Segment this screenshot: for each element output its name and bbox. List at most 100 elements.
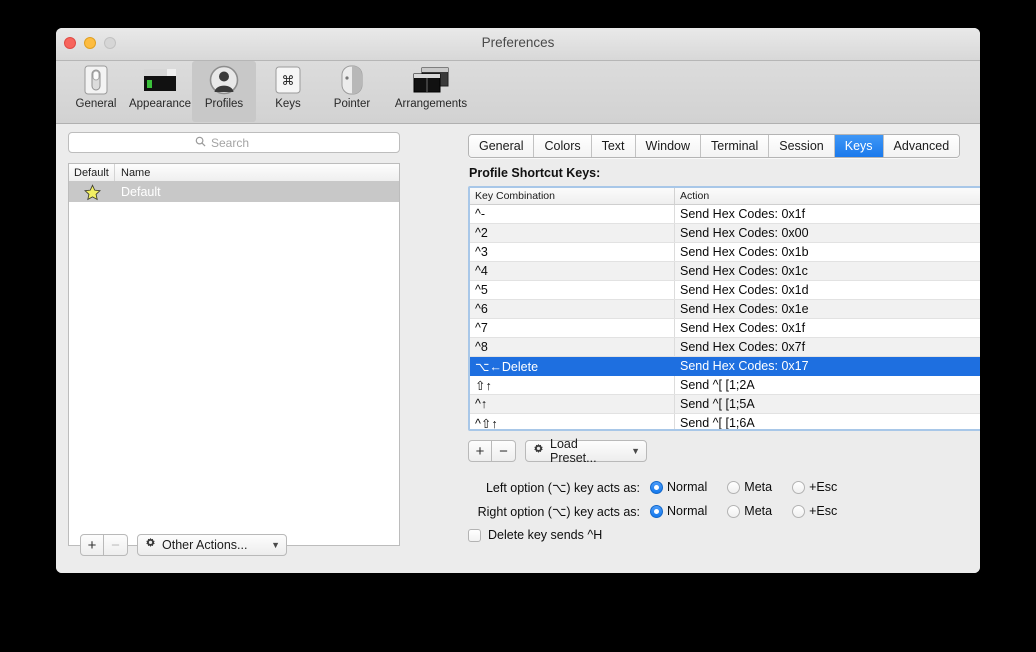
- profiles-sidebar: Default Name Default + −: [68, 132, 400, 556]
- window-title: Preferences: [481, 35, 555, 50]
- toolbar-item-label: Appearance: [128, 98, 192, 110]
- delete-key-label: Delete key sends ^H: [488, 528, 603, 542]
- tab-terminal[interactable]: Terminal: [701, 135, 770, 157]
- toolbar-item-arrangements[interactable]: Arrangements: [384, 61, 478, 122]
- search-input[interactable]: [211, 135, 273, 150]
- cell-key: ^⇧↑: [470, 414, 675, 429]
- profile-settings-pane: General Colors Text Window Terminal Sess…: [451, 124, 980, 573]
- table-row[interactable]: ^↑ Send ^[ [1;5A: [470, 395, 980, 414]
- tab-window[interactable]: Window: [635, 135, 702, 157]
- radio-icon[interactable]: [727, 504, 741, 518]
- profile-tab-bar: General Colors Text Window Terminal Sess…: [468, 134, 961, 158]
- table-row[interactable]: ^2 Send Hex Codes: 0x00: [470, 224, 980, 243]
- toolbar-item-pointer[interactable]: Pointer: [320, 61, 384, 122]
- preferences-body: Default Name Default + −: [56, 124, 980, 573]
- right-option-meta[interactable]: Meta: [727, 504, 772, 518]
- add-profile-button[interactable]: +: [80, 534, 104, 556]
- table-row[interactable]: ^8 Send Hex Codes: 0x7f: [470, 338, 980, 357]
- cell-action: Send ^[ [1;5A: [680, 397, 755, 411]
- arrangements-windows-icon: [413, 64, 449, 96]
- table-row[interactable]: ^3 Send Hex Codes: 0x1b: [470, 243, 980, 262]
- cell-action: Send Hex Codes: 0x1b: [680, 245, 809, 259]
- profiles-list[interactable]: Default Name Default: [68, 163, 400, 546]
- tab-text[interactable]: Text: [591, 135, 636, 157]
- left-option-normal[interactable]: Normal: [650, 480, 707, 494]
- table-row[interactable]: ^4 Send Hex Codes: 0x1c: [470, 262, 980, 281]
- toolbar-item-label: Profiles: [204, 98, 244, 110]
- cell-action: Send ^[ [1;6A: [680, 416, 755, 430]
- left-option-meta[interactable]: Meta: [727, 480, 772, 494]
- radio-icon[interactable]: [792, 480, 806, 494]
- general-switch-icon: [82, 64, 110, 96]
- tab-session[interactable]: Session: [769, 135, 835, 157]
- cell-key: ^3: [470, 243, 675, 261]
- other-actions-popup[interactable]: Other Actions... ▼: [137, 534, 287, 556]
- column-header-action[interactable]: Action: [675, 188, 980, 204]
- radio-icon[interactable]: [792, 504, 806, 518]
- gear-icon: [144, 537, 157, 553]
- radio-icon[interactable]: [727, 480, 741, 494]
- appearance-window-icon: [143, 64, 177, 96]
- title-bar: Preferences: [56, 28, 980, 61]
- table-row[interactable]: ^7 Send Hex Codes: 0x1f: [470, 319, 980, 338]
- profile-row-default[interactable]: Default: [69, 182, 399, 202]
- cell-action: Send Hex Codes: 0x7f: [680, 340, 806, 354]
- gear-icon: [532, 443, 545, 459]
- radio-icon[interactable]: [650, 480, 663, 494]
- checkbox-icon[interactable]: [468, 528, 481, 542]
- left-option-label: Left option (⌥) key acts as:: [485, 480, 640, 495]
- tab-colors[interactable]: Colors: [534, 135, 592, 157]
- radio-icon[interactable]: [650, 504, 663, 518]
- cell-key: ^-: [470, 205, 675, 223]
- table-row[interactable]: ^- Send Hex Codes: 0x1f: [470, 205, 980, 224]
- toolbar-item-label: General: [75, 98, 117, 110]
- column-header-name[interactable]: Name: [115, 164, 150, 181]
- table-row[interactable]: ^6 Send Hex Codes: 0x1e: [470, 300, 980, 319]
- column-header-default[interactable]: Default: [69, 164, 115, 181]
- delete-key-checkbox-row[interactable]: Delete key sends ^H: [468, 528, 602, 542]
- toolbar-item-general[interactable]: General: [64, 61, 128, 122]
- search-icon: [195, 134, 206, 152]
- table-row[interactable]: ⇧↑ Send ^[ [1;2A: [470, 376, 980, 395]
- radio-label: +Esc: [809, 504, 838, 518]
- right-option-esc[interactable]: +Esc: [792, 504, 837, 518]
- profile-name: Default: [121, 185, 161, 199]
- left-option-esc[interactable]: +Esc: [792, 480, 837, 494]
- cell-action: Send ^[ [1;2A: [680, 378, 755, 392]
- table-row[interactable]: ^⇧↑ Send ^[ [1;6A: [470, 414, 980, 430]
- radio-label: Meta: [744, 480, 773, 494]
- right-option-normal[interactable]: Normal: [650, 504, 707, 518]
- svg-text:⌘: ⌘: [282, 74, 295, 89]
- tab-advanced[interactable]: Advanced: [883, 135, 960, 157]
- chevron-down-icon: ▼: [271, 540, 280, 550]
- profiles-list-header: Default Name: [69, 164, 399, 182]
- option-key-settings: Left option (⌥) key acts as: Normal Meta: [468, 476, 968, 524]
- radio-label: Normal: [667, 504, 708, 518]
- right-option-radio-group: Normal Meta +Esc: [650, 504, 857, 518]
- tab-keys[interactable]: Keys: [834, 135, 884, 157]
- toolbar-item-appearance[interactable]: Appearance: [128, 61, 192, 122]
- left-option-radio-group: Normal Meta +Esc: [650, 480, 857, 494]
- load-preset-popup[interactable]: Load Preset... ▼: [525, 437, 647, 465]
- toolbar-item-profiles[interactable]: Profiles: [192, 61, 256, 122]
- radio-label: Meta: [744, 504, 773, 518]
- cell-key: ⇧↑: [470, 376, 675, 394]
- tab-general[interactable]: General: [469, 135, 535, 157]
- profiles-action-bar: + − Other Actions... ▼: [80, 534, 287, 556]
- remove-shortcut-button[interactable]: −: [492, 440, 516, 462]
- toolbar-item-label: Pointer: [333, 98, 371, 110]
- cell-key: ^2: [470, 224, 675, 242]
- add-shortcut-button[interactable]: +: [468, 440, 492, 462]
- cell-action: Send Hex Codes: 0x1c: [680, 264, 808, 278]
- search-field[interactable]: [68, 132, 400, 153]
- column-header-key-combination[interactable]: Key Combination: [470, 188, 675, 204]
- other-actions-label: Other Actions...: [162, 538, 248, 552]
- table-row[interactable]: ^5 Send Hex Codes: 0x1d: [470, 281, 980, 300]
- table-row-selected[interactable]: ⌥←Delete Send Hex Codes: 0x17: [470, 357, 980, 376]
- toolbar-item-keys[interactable]: ⌘ Keys: [256, 61, 320, 122]
- shortcut-keys-table[interactable]: Key Combination Action ^- Send Hex Codes:…: [468, 186, 980, 431]
- keys-command-icon: ⌘: [274, 64, 302, 96]
- remove-profile-button[interactable]: −: [104, 534, 128, 556]
- section-title: Profile Shortcut Keys:: [469, 166, 601, 180]
- star-icon[interactable]: [69, 183, 115, 201]
